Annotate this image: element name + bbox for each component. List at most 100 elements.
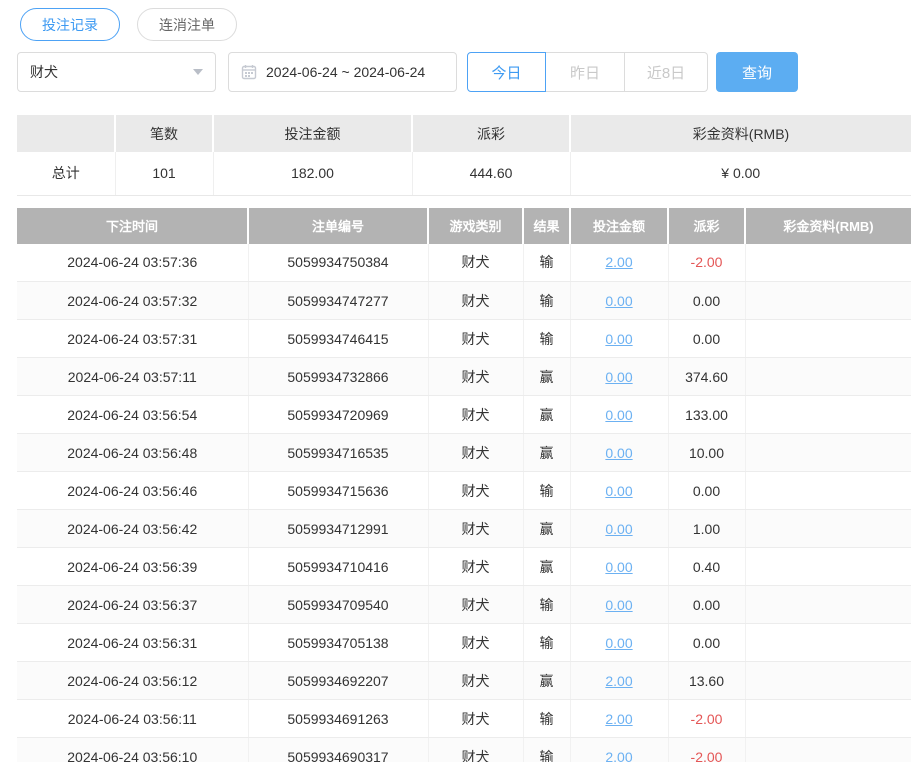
today-button[interactable]: 今日	[467, 52, 546, 92]
summary-total-payout: 444.60	[412, 152, 570, 195]
order-number-cell: 5059934690317	[248, 738, 428, 762]
bet-amount-link[interactable]: 0.00	[605, 521, 632, 537]
bet-amount-link[interactable]: 0.00	[605, 597, 632, 613]
tab-cancelled-orders-label: 连消注单	[159, 15, 215, 35]
payout-cell: 374.60	[668, 358, 745, 396]
result-cell: 输	[523, 282, 570, 320]
bet-amount-link[interactable]: 2.00	[605, 749, 632, 762]
tab-betting-records[interactable]: 投注记录	[20, 8, 120, 41]
result-cell: 输	[523, 700, 570, 738]
order-number-cell: 5059934709540	[248, 586, 428, 624]
payout-cell: 0.00	[668, 624, 745, 662]
summary-total-row: 总计 101 182.00 444.60 ¥ 0.00	[17, 152, 911, 195]
last-8-days-button[interactable]: 近8日	[625, 52, 708, 92]
bet-amount-link[interactable]: 2.00	[605, 673, 632, 689]
result-cell: 赢	[523, 434, 570, 472]
payout-cell: 10.00	[668, 434, 745, 472]
game-select[interactable]: 财犬	[17, 52, 216, 92]
bet-amount-link[interactable]: 2.00	[605, 254, 632, 270]
bonus-cell	[745, 700, 911, 738]
table-row: 2024-06-24 03:56:12 5059934692207 财犬 赢 2…	[17, 662, 911, 700]
bet-time-cell: 2024-06-24 03:56:42	[17, 510, 248, 548]
header-payout: 派彩	[668, 208, 745, 244]
payout-cell: -2.00	[668, 700, 745, 738]
date-range-value: 2024-06-24 ~ 2024-06-24	[266, 64, 425, 80]
game-type-cell: 财犬	[428, 510, 523, 548]
records-table: 下注时间 注单编号 游戏类别 结果 投注金额 派彩 彩金资料(RMB) 2024…	[17, 208, 911, 762]
header-game-type: 游戏类别	[428, 208, 523, 244]
bet-amount-link[interactable]: 0.00	[605, 559, 632, 575]
result-cell: 输	[523, 244, 570, 282]
bet-time-cell: 2024-06-24 03:57:11	[17, 358, 248, 396]
game-type-cell: 财犬	[428, 472, 523, 510]
table-row: 2024-06-24 03:56:11 5059934691263 财犬 输 2…	[17, 700, 911, 738]
bet-amount-link[interactable]: 0.00	[605, 407, 632, 423]
table-row: 2024-06-24 03:56:42 5059934712991 财犬 赢 0…	[17, 510, 911, 548]
order-number-cell: 5059934705138	[248, 624, 428, 662]
bet-amount-link[interactable]: 0.00	[605, 635, 632, 651]
bet-amount-cell: 0.00	[570, 472, 668, 510]
header-order-number: 注单编号	[248, 208, 428, 244]
summary-header-blank	[17, 115, 115, 152]
bonus-cell	[745, 738, 911, 762]
summary-total-bonus: ¥ 0.00	[570, 152, 911, 195]
bonus-cell	[745, 396, 911, 434]
summary-header-row: 笔数 投注金额 派彩 彩金资料(RMB)	[17, 115, 911, 152]
game-type-cell: 财犬	[428, 282, 523, 320]
bet-amount-link[interactable]: 2.00	[605, 711, 632, 727]
game-type-cell: 财犬	[428, 624, 523, 662]
bet-time-cell: 2024-06-24 03:57:36	[17, 244, 248, 282]
filter-bar: 财犬 2024-06-24 ~ 2024-06-24 今	[17, 52, 911, 92]
bet-time-cell: 2024-06-24 03:56:10	[17, 738, 248, 762]
order-number-cell: 5059934720969	[248, 396, 428, 434]
game-type-cell: 财犬	[428, 396, 523, 434]
bet-amount-cell: 0.00	[570, 510, 668, 548]
summary-header-count: 笔数	[115, 115, 213, 152]
bet-amount-link[interactable]: 0.00	[605, 369, 632, 385]
result-cell: 输	[523, 738, 570, 762]
order-number-cell: 5059934747277	[248, 282, 428, 320]
bet-amount-cell: 0.00	[570, 586, 668, 624]
bonus-cell	[745, 282, 911, 320]
bonus-cell	[745, 358, 911, 396]
bet-amount-cell: 0.00	[570, 624, 668, 662]
order-number-cell: 5059934715636	[248, 472, 428, 510]
summary-total-label: 总计	[17, 152, 115, 195]
tab-betting-records-label: 投注记录	[42, 15, 98, 35]
bet-amount-link[interactable]: 0.00	[605, 483, 632, 499]
bet-time-cell: 2024-06-24 03:56:11	[17, 700, 248, 738]
order-number-cell: 5059934710416	[248, 548, 428, 586]
payout-cell: 133.00	[668, 396, 745, 434]
game-type-cell: 财犬	[428, 700, 523, 738]
payout-cell: -2.00	[668, 244, 745, 282]
order-number-cell: 5059934732866	[248, 358, 428, 396]
order-number-cell: 5059934692207	[248, 662, 428, 700]
payout-cell: 0.00	[668, 472, 745, 510]
yesterday-button[interactable]: 昨日	[546, 52, 625, 92]
bet-amount-link[interactable]: 0.00	[605, 331, 632, 347]
date-range-picker[interactable]: 2024-06-24 ~ 2024-06-24	[228, 52, 457, 92]
order-number-cell: 5059934712991	[248, 510, 428, 548]
game-type-cell: 财犬	[428, 320, 523, 358]
bonus-cell	[745, 510, 911, 548]
table-row: 2024-06-24 03:56:48 5059934716535 财犬 赢 0…	[17, 434, 911, 472]
bet-amount-link[interactable]: 0.00	[605, 445, 632, 461]
bet-amount-cell: 2.00	[570, 662, 668, 700]
header-bet-amount: 投注金额	[570, 208, 668, 244]
bet-amount-link[interactable]: 0.00	[605, 293, 632, 309]
bet-time-cell: 2024-06-24 03:57:31	[17, 320, 248, 358]
table-row: 2024-06-24 03:57:32 5059934747277 财犬 输 0…	[17, 282, 911, 320]
game-type-cell: 财犬	[428, 244, 523, 282]
bet-time-cell: 2024-06-24 03:56:46	[17, 472, 248, 510]
order-number-cell: 5059934716535	[248, 434, 428, 472]
tab-cancelled-orders[interactable]: 连消注单	[137, 8, 237, 41]
records-body: 2024-06-24 03:57:36 5059934750384 财犬 输 2…	[17, 244, 911, 762]
bet-time-cell: 2024-06-24 03:56:12	[17, 662, 248, 700]
result-cell: 赢	[523, 396, 570, 434]
summary-table: 笔数 投注金额 派彩 彩金资料(RMB) 总计 101 182.00 444.6…	[17, 115, 911, 196]
game-type-cell: 财犬	[428, 358, 523, 396]
query-button[interactable]: 查询	[716, 52, 798, 92]
bet-time-cell: 2024-06-24 03:56:31	[17, 624, 248, 662]
table-row: 2024-06-24 03:56:10 5059934690317 财犬 输 2…	[17, 738, 911, 762]
result-cell: 赢	[523, 358, 570, 396]
